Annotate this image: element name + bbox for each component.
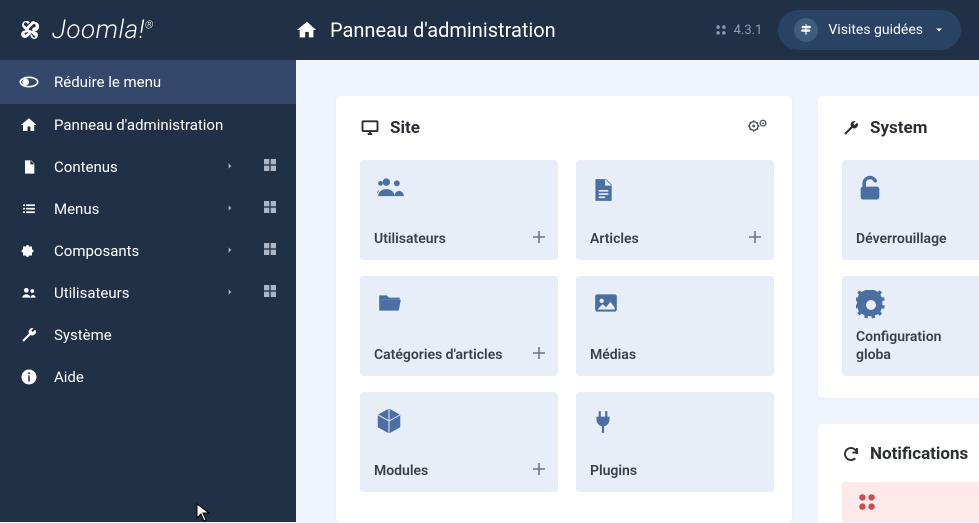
tile-label: Plugins (590, 462, 760, 480)
sidebar-item-label: Contenus (54, 158, 226, 176)
sync-icon (842, 445, 860, 463)
sidebar-collapse-label: Réduire le menu (54, 73, 278, 91)
panel-notifications: Notifications (818, 424, 979, 522)
tile-label: Catégories d'articles (374, 346, 544, 364)
joomla-update-icon (856, 491, 878, 513)
folder-open-icon (374, 290, 406, 320)
grid-icon[interactable] (262, 241, 278, 261)
sidebar-item-components[interactable]: Composants (0, 230, 296, 272)
toggle-icon (18, 75, 40, 89)
header-title-area: Panneau d'administration (296, 18, 714, 42)
notification-item-joomla[interactable] (842, 482, 979, 522)
tile-label: Médias (590, 346, 760, 364)
sidebar-item-help[interactable]: Aide (0, 356, 296, 398)
sidebar-item-content[interactable]: Contenus (0, 146, 296, 188)
add-icon[interactable] (530, 228, 548, 250)
tile-label: Déverrouillage (856, 230, 978, 248)
main-content: Site Utilisateurs Articles Catégories d'… (296, 60, 979, 522)
sidebar-item-dashboard[interactable]: Panneau d'administration (0, 104, 296, 146)
cog-icon (856, 290, 886, 324)
page-title: Panneau d'administration (330, 18, 556, 42)
sidebar-item-menus[interactable]: Menus (0, 188, 296, 230)
tile-media[interactable]: Médias (576, 276, 774, 376)
map-signs-icon (794, 18, 818, 42)
sidebar-item-label: Aide (54, 368, 278, 386)
file-lines-icon (590, 174, 616, 210)
add-icon[interactable] (746, 228, 764, 250)
chevron-right-icon (226, 158, 234, 176)
site-tiles-grid: Utilisateurs Articles Catégories d'artic… (360, 160, 768, 492)
cube-icon (374, 406, 404, 440)
tile-plugins[interactable]: Plugins (576, 392, 774, 492)
puzzle-icon (18, 242, 40, 260)
grid-icon[interactable] (262, 157, 278, 177)
header-right: 4.3.1 Visites guidées (714, 10, 979, 50)
sidebar-item-label: Système (54, 326, 278, 344)
list-icon (18, 202, 40, 216)
brand-logo-area[interactable]: Joomla!® (0, 15, 296, 45)
add-icon[interactable] (530, 344, 548, 366)
tile-global-config[interactable]: Configuration globa (842, 276, 979, 376)
version-text: 4.3.1 (734, 23, 763, 38)
panel-system: System Déverrouillage Configuration glob… (818, 96, 979, 398)
sidebar-item-label: Menus (54, 200, 226, 218)
version-indicator[interactable]: 4.3.1 (714, 23, 763, 38)
unlock-icon (856, 174, 884, 208)
panel-site-title: Site (390, 118, 420, 138)
file-icon (18, 158, 40, 176)
tile-label: Configuration globa (856, 328, 978, 364)
tile-articles[interactable]: Articles (576, 160, 774, 260)
chevron-right-icon (226, 242, 234, 260)
sidebar-item-label: Composants (54, 242, 226, 260)
panel-site-header: Site (360, 118, 768, 138)
tile-users[interactable]: Utilisateurs (360, 160, 558, 260)
plug-icon (590, 406, 616, 442)
header: Joomla!® Panneau d'administration 4.3.1 … (0, 0, 979, 60)
wrench-icon (842, 119, 860, 137)
tile-label: Utilisateurs (374, 230, 544, 248)
grid-icon[interactable] (262, 283, 278, 303)
guided-tours-label: Visites guidées (828, 22, 923, 38)
sidebar-item-users[interactable]: Utilisateurs (0, 272, 296, 314)
add-icon[interactable] (530, 460, 548, 482)
sidebar: Réduire le menu Panneau d'administration… (0, 60, 296, 522)
system-tiles: Déverrouillage Configuration globa (842, 160, 979, 376)
right-column: System Déverrouillage Configuration glob… (818, 96, 979, 522)
joomla-logo-icon (18, 18, 42, 42)
info-icon (18, 368, 40, 386)
chevron-down-icon (933, 24, 945, 36)
tile-modules[interactable]: Modules (360, 392, 558, 492)
joomla-small-icon (714, 23, 728, 37)
chevron-right-icon (226, 200, 234, 218)
tile-label: Articles (590, 230, 760, 248)
sidebar-item-system[interactable]: Système (0, 314, 296, 356)
sidebar-item-label: Panneau d'administration (54, 116, 278, 134)
brand-name: Joomla!® (52, 15, 154, 45)
desktop-icon (360, 119, 380, 137)
users-icon (374, 174, 408, 206)
tile-categories[interactable]: Catégories d'articles (360, 276, 558, 376)
wrench-icon (18, 326, 40, 344)
home-icon (18, 116, 40, 134)
guided-tours-button[interactable]: Visites guidées (778, 10, 961, 50)
sidebar-item-label: Utilisateurs (54, 284, 226, 302)
grid-icon[interactable] (262, 199, 278, 219)
panel-system-title: System (870, 118, 927, 138)
chevron-right-icon (226, 284, 234, 302)
tile-checkin[interactable]: Déverrouillage (842, 160, 979, 260)
panel-site: Site Utilisateurs Articles Catégories d'… (336, 96, 792, 522)
panel-system-header: System (842, 118, 979, 138)
panel-settings-icon[interactable] (748, 118, 768, 138)
image-icon (590, 290, 622, 320)
home-icon (296, 19, 318, 41)
panel-notifications-header: Notifications (842, 444, 979, 464)
tile-label: Modules (374, 462, 544, 480)
panel-notifications-title: Notifications (870, 444, 968, 464)
sidebar-collapse-toggle[interactable]: Réduire le menu (0, 60, 296, 104)
users-icon (18, 285, 40, 301)
